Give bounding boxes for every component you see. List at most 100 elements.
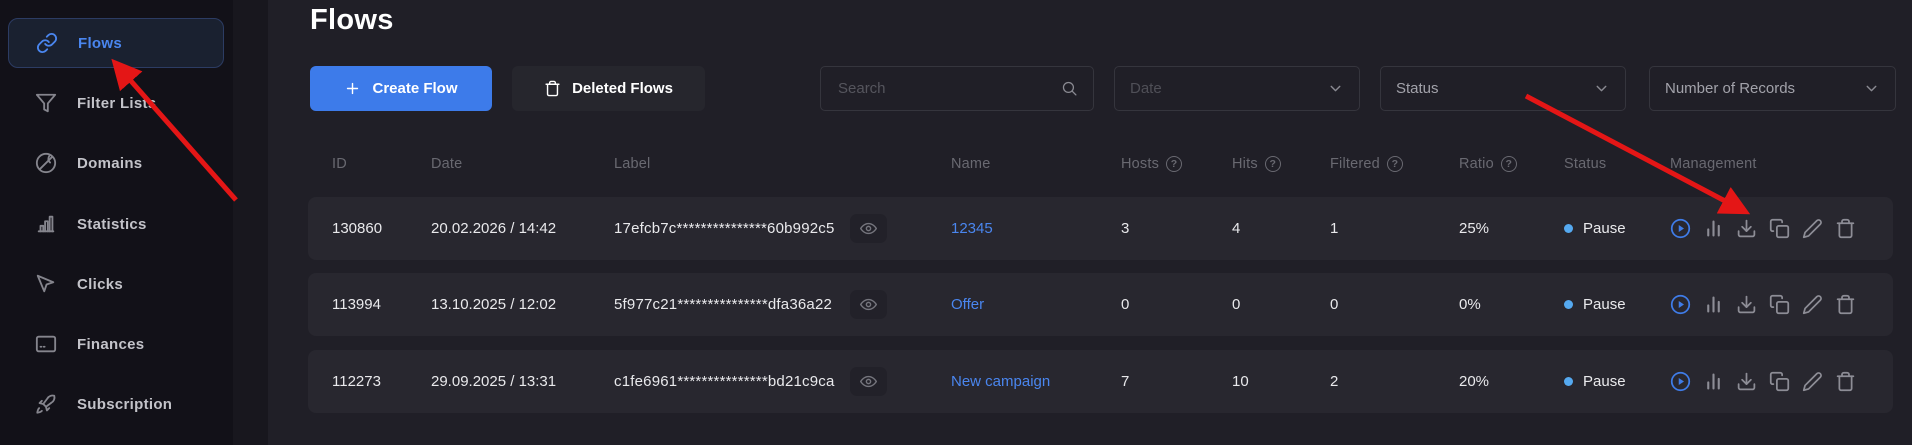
status-label: Pause (1583, 220, 1626, 237)
sidebar-item-clicks[interactable]: Clicks (8, 259, 224, 309)
cell-label: 5f977c21***************dfa36a22 (614, 273, 832, 336)
flows-page: Flows Filter Lists Domains Statistics Cl… (0, 0, 1912, 445)
cell-hits: 10 (1232, 350, 1249, 413)
play-button[interactable] (1670, 294, 1691, 315)
cell-label: c1fe6961***************bd21c9ca (614, 350, 835, 413)
sidebar-item-domains[interactable]: Domains (8, 138, 224, 188)
statistics-button[interactable] (1703, 218, 1724, 239)
reveal-label-button[interactable] (850, 214, 887, 243)
help-icon[interactable]: ? (1265, 156, 1281, 172)
chevron-down-icon (1327, 80, 1344, 97)
statistics-button[interactable] (1703, 371, 1724, 392)
help-icon[interactable]: ? (1387, 156, 1403, 172)
help-icon[interactable]: ? (1166, 156, 1182, 172)
date-filter-label: Date (1130, 80, 1162, 97)
cell-date: 13.10.2025 / 12:02 (431, 273, 556, 336)
sidebar-item-subscription[interactable]: Subscription (8, 379, 224, 429)
flow-name-link[interactable]: 12345 (951, 197, 993, 260)
sidebar-item-filter-lists[interactable]: Filter Lists (8, 78, 224, 128)
flow-name-link[interactable]: New campaign (951, 350, 1050, 413)
sidebar: Flows Filter Lists Domains Statistics Cl… (0, 0, 233, 445)
sidebar-item-finances[interactable]: Finances (8, 319, 224, 369)
cell-ratio: 0% (1459, 273, 1481, 336)
cell-filtered: 0 (1330, 273, 1338, 336)
status-filter-dropdown[interactable]: Status (1380, 66, 1626, 111)
management-actions (1670, 273, 1856, 336)
download-button[interactable] (1736, 371, 1757, 392)
column-header-management: Management (1670, 150, 1757, 178)
delete-button[interactable] (1835, 218, 1856, 239)
duplicate-button[interactable] (1769, 294, 1790, 315)
management-actions (1670, 350, 1856, 413)
trash-icon (544, 80, 561, 97)
status-badge: Pause (1564, 350, 1626, 413)
reveal-label-button[interactable] (850, 290, 887, 319)
cell-id: 112273 (332, 350, 381, 413)
sidebar-divider (233, 0, 268, 445)
help-icon[interactable]: ? (1501, 156, 1517, 172)
cell-filtered: 2 (1330, 350, 1338, 413)
cell-hosts: 0 (1121, 273, 1129, 336)
deleted-flows-button[interactable]: Deleted Flows (512, 66, 705, 111)
status-label: Pause (1583, 373, 1626, 390)
rocket-icon (35, 393, 57, 415)
column-header-name: Name (951, 150, 990, 178)
create-flow-label: Create Flow (372, 80, 457, 97)
column-header-filtered: Filtered? (1330, 150, 1403, 178)
edit-button[interactable] (1802, 371, 1823, 392)
cursor-icon (35, 273, 57, 295)
download-button[interactable] (1736, 218, 1757, 239)
column-header-ratio: Ratio? (1459, 150, 1517, 178)
status-filter-label: Status (1396, 80, 1439, 97)
records-filter-dropdown[interactable]: Number of Records (1649, 66, 1896, 111)
play-button[interactable] (1670, 371, 1691, 392)
funnel-icon (35, 92, 57, 114)
sidebar-item-flows[interactable]: Flows (8, 18, 224, 68)
column-header-hosts: Hosts? (1121, 150, 1182, 178)
search-icon (1061, 80, 1078, 97)
column-header-date: Date (431, 150, 462, 178)
status-label: Pause (1583, 296, 1626, 313)
delete-button[interactable] (1835, 371, 1856, 392)
status-badge: Pause (1564, 197, 1626, 260)
cell-hosts: 3 (1121, 197, 1129, 260)
download-button[interactable] (1736, 294, 1757, 315)
play-button[interactable] (1670, 218, 1691, 239)
column-header-label: Label (614, 150, 650, 178)
page-title: Flows (310, 4, 394, 37)
credit-card-icon (35, 333, 57, 355)
cell-hits: 4 (1232, 197, 1240, 260)
search-box[interactable] (820, 66, 1094, 111)
duplicate-button[interactable] (1769, 371, 1790, 392)
cell-id: 113994 (332, 273, 381, 336)
date-filter-dropdown[interactable]: Date (1114, 66, 1360, 111)
edit-button[interactable] (1802, 218, 1823, 239)
records-filter-label: Number of Records (1665, 80, 1795, 97)
sidebar-item-statistics[interactable]: Statistics (8, 199, 224, 249)
column-header-status: Status (1564, 150, 1606, 178)
cell-label: 17efcb7c***************60b992c5 (614, 197, 835, 260)
cell-id: 130860 (332, 197, 382, 260)
status-badge: Pause (1564, 273, 1626, 336)
edit-button[interactable] (1802, 294, 1823, 315)
flow-name-link[interactable]: Offer (951, 273, 984, 336)
table-row: 113994 13.10.2025 / 12:02 5f977c21******… (308, 273, 1893, 336)
cell-ratio: 25% (1459, 197, 1489, 260)
deleted-flows-label: Deleted Flows (572, 80, 673, 97)
cell-date: 20.02.2026 / 14:42 (431, 197, 556, 260)
delete-button[interactable] (1835, 294, 1856, 315)
reveal-label-button[interactable] (850, 367, 887, 396)
search-input[interactable] (836, 79, 1050, 98)
duplicate-button[interactable] (1769, 218, 1790, 239)
create-flow-button[interactable]: Create Flow (310, 66, 492, 111)
globe-icon (35, 152, 57, 174)
cell-filtered: 1 (1330, 197, 1338, 260)
link-icon (36, 32, 58, 54)
column-header-hits: Hits? (1232, 150, 1281, 178)
plus-icon (344, 80, 361, 97)
table-row: 112273 29.09.2025 / 13:31 c1fe6961******… (308, 350, 1893, 413)
management-actions (1670, 197, 1856, 260)
statistics-button[interactable] (1703, 294, 1724, 315)
bar-chart-icon (35, 213, 57, 235)
chevron-down-icon (1593, 80, 1610, 97)
